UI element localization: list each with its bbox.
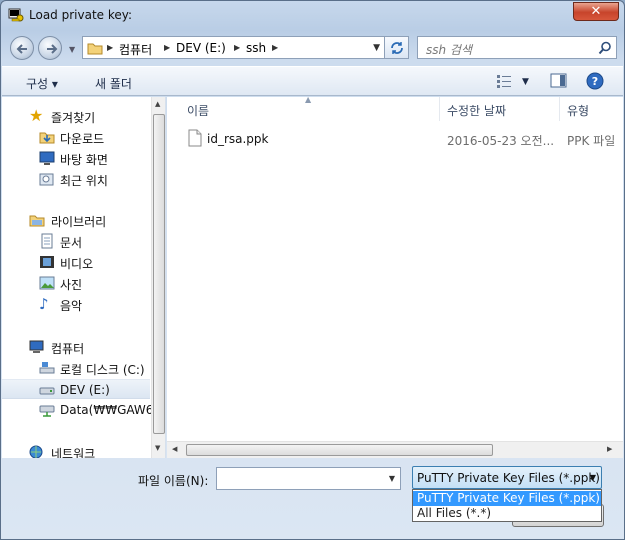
nav-item-recent[interactable]: 최근 위치 [2,169,150,189]
view-dropdown-icon[interactable]: ▼ [522,77,529,87]
nav-item-desktop[interactable]: 바탕 화면 [2,148,150,168]
computer-icon [29,340,44,353]
documents-icon [41,233,53,249]
scroll-right-icon[interactable]: ▶ [607,445,612,453]
nav-item-libraries[interactable]: 라이브러리 [2,210,150,230]
breadcrumb-separator-icon[interactable]: ▶ [234,43,240,52]
file-horizontal-scrollbar[interactable]: ◀ ▶ [167,441,623,458]
nav-vertical-scrollbar[interactable]: ▲ ▼ [151,97,165,458]
refresh-button[interactable] [384,36,409,59]
command-toolbar: 구성 ▾ 새 폴더 ▼ ? [2,66,623,96]
file-type-option-all[interactable]: All Files (*.*) [413,506,601,521]
nav-item-documents[interactable]: 문서 [2,231,150,251]
nav-item-favorites[interactable]: ★ 즐겨찾기 [2,106,150,126]
videos-icon [40,256,54,268]
breadcrumb-separator-icon[interactable]: ▶ [107,43,113,52]
folder-icon [87,43,103,55]
star-icon: ★ [29,106,44,125]
drive-icon [39,387,55,395]
file-type: PPK 파일 [567,134,616,148]
system-drive-icon [39,362,55,374]
preview-pane-icon[interactable] [550,73,568,89]
scroll-down-icon[interactable]: ▼ [155,444,160,452]
address-bar[interactable]: ▶ 컴퓨터 ▶ DEV (E:) ▶ ssh ▶ ▼ [82,36,409,59]
filename-field[interactable]: ▼ [216,467,401,490]
libraries-icon [29,215,45,227]
music-icon: ♪ [39,295,49,313]
window-title: Load private key: [29,8,133,22]
column-divider[interactable] [439,97,440,121]
nav-item-dev-drive[interactable]: DEV (E:) [2,379,150,399]
file-type-dropdown-icon[interactable]: ▼ [590,473,596,482]
network-drive-icon [39,405,55,417]
column-header-modified[interactable]: 수정한 날짜 [447,102,506,119]
recent-places-icon [39,173,54,186]
recent-pages-dropdown-icon[interactable]: ▼ [69,45,75,54]
file-type-dropdown-list: PuTTY Private Key Files (*.ppk) All File… [412,489,602,522]
organize-button[interactable]: 구성 ▾ [26,75,58,92]
file-scroll-thumb[interactable] [186,444,493,456]
nav-item-local-disk[interactable]: 로컬 디스크 (C:) [2,358,150,378]
putty-key-icon [8,8,24,22]
search-box[interactable]: ssh 검색 [417,36,617,59]
breadcrumb-dev-drive[interactable]: DEV (E:) [176,41,226,55]
navigation-pane: ★ 즐겨찾기 다운로드 바탕 화면 최근 위치 라이브러리 문서 비디오 사진 … [2,97,166,458]
downloads-folder-icon [39,132,55,144]
file-list-pane: ▲ 이름 수정한 날짜 유형 id_rsa.ppk 2016-05-23 오전.… [167,97,623,458]
nav-item-videos[interactable]: 비디오 [2,252,150,272]
forward-arrow-icon [47,44,58,54]
title-bar[interactable]: Load private key: ✕ [1,1,624,29]
desktop-icon [39,151,55,165]
breadcrumb-ssh[interactable]: ssh [246,41,266,55]
file-modified: 2016-05-23 오전... [447,134,555,148]
file-type-selected: PuTTY Private Key Files (*.ppk) [417,471,600,485]
search-icon[interactable] [598,41,612,55]
filename-dropdown-icon[interactable]: ▼ [389,474,395,483]
nav-item-network-drive[interactable]: Data(₩₩GAW60 [2,400,161,420]
new-folder-button[interactable]: 새 폴더 [95,75,132,92]
back-arrow-icon [16,44,27,54]
close-button[interactable]: ✕ [573,2,619,21]
scroll-left-icon[interactable]: ◀ [172,445,177,453]
help-icon[interactable]: ? [586,72,604,90]
file-row[interactable]: id_rsa.ppk 2016-05-23 오전... PPK 파일 [187,129,617,149]
svg-text:?: ? [592,75,598,88]
file-dialog-window: Load private key: ✕ ▼ ▶ 컴퓨터 ▶ DEV (E:) ▶… [0,0,625,540]
file-name: id_rsa.ppk [207,132,269,146]
file-type-select[interactable]: PuTTY Private Key Files (*.ppk) ▼ [412,466,602,489]
column-divider[interactable] [559,97,560,121]
column-header-type[interactable]: 유형 [567,102,589,119]
nav-item-downloads[interactable]: 다운로드 [2,127,150,147]
filename-label: 파일 이름(N): [138,474,209,488]
file-type-option-ppk[interactable]: PuTTY Private Key Files (*.ppk) [413,491,601,506]
pictures-icon [39,276,55,290]
file-icon [188,129,202,147]
nav-scroll-thumb[interactable] [153,114,165,434]
breadcrumb-computer[interactable]: 컴퓨터 [119,41,152,58]
nav-item-computer[interactable]: 컴퓨터 [2,337,150,357]
breadcrumb-separator-icon[interactable]: ▶ [164,43,170,52]
breadcrumb-separator-icon[interactable]: ▶ [272,43,278,52]
address-dropdown-icon[interactable]: ▼ [373,43,380,53]
search-input[interactable]: ssh 검색 [426,41,472,58]
forward-button[interactable] [38,36,62,60]
view-options-icon[interactable] [496,73,514,89]
refresh-icon [391,42,403,54]
nav-item-music[interactable]: ♪ 음악 [2,294,150,314]
nav-item-pictures[interactable]: 사진 [2,273,150,293]
column-header-name[interactable]: 이름 [187,102,209,119]
sort-ascending-icon: ▲ [305,97,312,104]
back-button[interactable] [10,36,34,60]
network-icon [29,445,43,458]
nav-item-network[interactable]: 네트워크 [2,442,150,458]
scroll-up-icon[interactable]: ▲ [155,100,160,108]
